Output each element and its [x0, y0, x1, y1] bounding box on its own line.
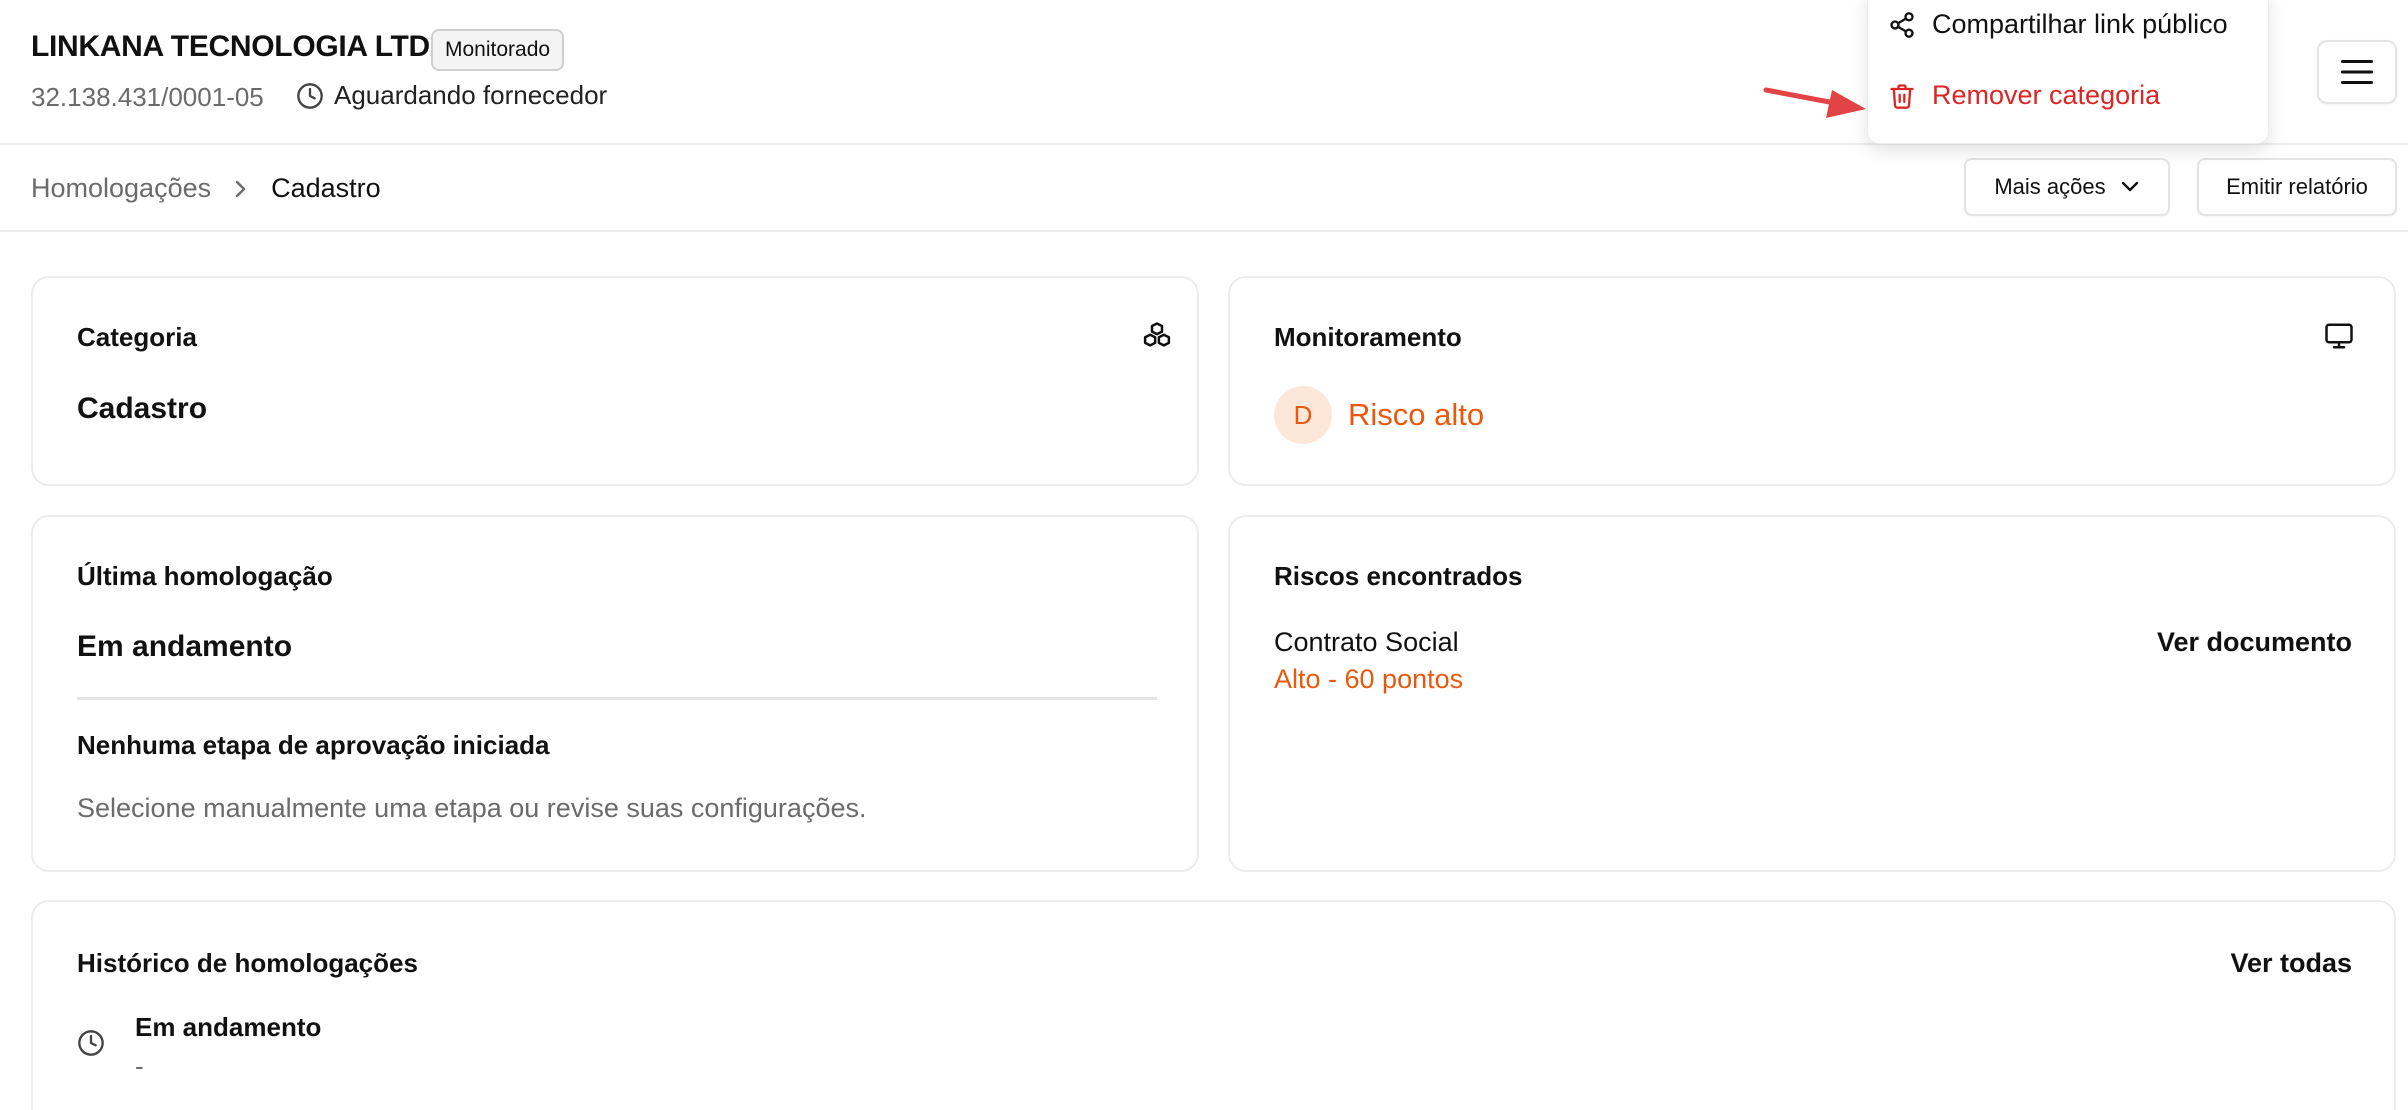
breadcrumb-homologacoes[interactable]: Homologações: [31, 173, 211, 204]
history-item-title: Em andamento: [135, 1012, 322, 1042]
monitoring-card: Monitoramento D Risco alto: [1228, 276, 2396, 486]
last-homologation-status: Em andamento: [77, 630, 293, 663]
card-divider: [77, 697, 1157, 700]
chevron-down-icon: [2120, 180, 2140, 194]
clock-icon: [296, 82, 324, 110]
clock-icon: [77, 1029, 105, 1082]
risk-indicator: D Risco alto: [1274, 386, 1484, 444]
risks-found-title: Riscos encontrados: [1274, 561, 1523, 591]
category-value: Cadastro: [77, 392, 208, 425]
more-actions-dropdown: Compartilhar link público Remover catego…: [1867, 0, 2269, 144]
company-name: LINKANA TECNOLOGIA LTDA: [31, 30, 452, 63]
view-document-link[interactable]: Ver documento: [2157, 627, 2352, 658]
company-cnpj: 32.138.431/0001-05: [31, 82, 264, 112]
homologation-history-title: Histórico de homologações: [77, 948, 418, 978]
status-badge: Monitorado: [431, 29, 565, 71]
view-all-link[interactable]: Ver todas: [2230, 948, 2352, 979]
breadcrumb-current: Cadastro: [271, 173, 381, 203]
monitor-icon: [2324, 321, 2354, 351]
breadcrumb: Homologações Cadastro: [31, 173, 381, 204]
hamburger-icon: [2340, 59, 2374, 85]
annotation-arrow: [1762, 82, 1870, 122]
cubes-icon: [1142, 321, 1172, 351]
monitoring-card-title: Monitoramento: [1274, 322, 1462, 352]
risk-document-name: Contrato Social: [1274, 627, 1459, 657]
history-item-subtitle: -: [135, 1051, 144, 1081]
share-public-link-label: Compartilhar link público: [1932, 9, 2228, 39]
risk-grade-avatar: D: [1274, 386, 1332, 444]
share-public-link-item[interactable]: Compartilhar link público: [1888, 9, 2228, 40]
supplier-status: Aguardando fornecedor: [296, 80, 607, 111]
risk-document-level: Alto - 60 pontos: [1274, 664, 1464, 694]
remove-category-item[interactable]: Remover categoria: [1888, 80, 2160, 111]
approval-step-heading: Nenhuma etapa de aprovação iniciada: [77, 730, 550, 760]
emit-report-button[interactable]: Emitir relatório: [2197, 158, 2397, 216]
risks-found-card: Riscos encontrados Contrato Social Alto …: [1228, 515, 2396, 872]
menu-button[interactable]: [2317, 40, 2397, 104]
more-actions-label: Mais ações: [1994, 174, 2106, 199]
supplier-status-text: Aguardando fornecedor: [334, 80, 608, 110]
history-list-item[interactable]: Em andamento -: [77, 1012, 321, 1082]
history-item-text: Em andamento -: [135, 1012, 321, 1082]
homologation-history-card: Histórico de homologações Ver todas Em a…: [31, 900, 2396, 1110]
share-icon: [1888, 11, 1916, 39]
last-homologation-title: Última homologação: [77, 561, 333, 591]
chevron-right-icon: [233, 178, 249, 200]
last-homologation-card: Última homologação Em andamento Nenhuma …: [31, 515, 1199, 872]
remove-category-label: Remover categoria: [1932, 80, 2161, 110]
more-actions-button[interactable]: Mais ações: [1964, 158, 2170, 216]
trash-icon: [1888, 82, 1916, 110]
category-card: Categoria Cadastro: [31, 276, 1199, 486]
risk-level: Risco alto: [1348, 397, 1485, 432]
approval-step-description: Selecione manualmente uma etapa ou revis…: [77, 793, 867, 823]
subheader-bar: Homologações Cadastro Mais ações Emitir …: [0, 145, 2408, 232]
category-card-title: Categoria: [77, 322, 197, 352]
